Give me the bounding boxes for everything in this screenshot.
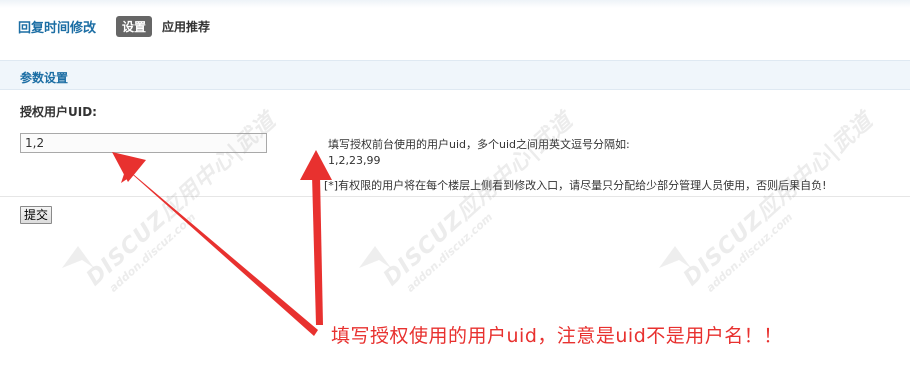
- arrow-head-input-icon: [112, 152, 146, 182]
- arrow-head-hint-icon: [300, 150, 332, 180]
- page: 回复时间修改 设置 应用推荐 参数设置 授权用户UID: 填写授权前台使用的用户…: [0, 0, 910, 374]
- annotation-text: 填写授权使用的用户uid，注意是uid不是用户名！！: [331, 325, 783, 347]
- arrow-to-hint-icon: [312, 175, 323, 325]
- annotation-arrows: [112, 150, 332, 336]
- arrow-to-input-icon: [121, 168, 318, 336]
